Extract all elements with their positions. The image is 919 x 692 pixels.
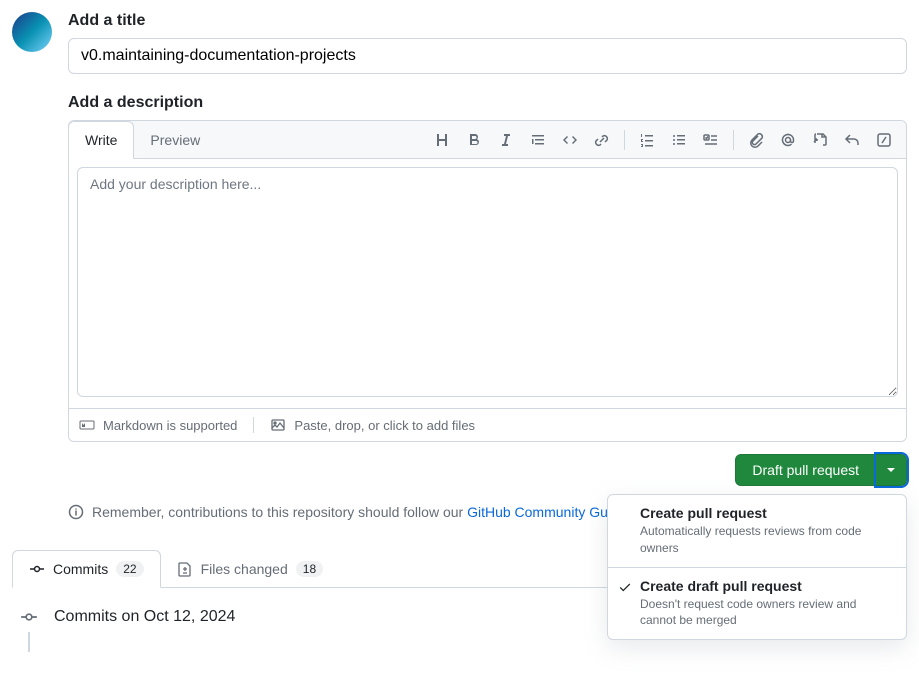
description-label: Add a description (68, 94, 907, 112)
markdown-support-link[interactable]: Markdown is supported (79, 417, 253, 433)
pr-dropdown-caret[interactable] (876, 454, 907, 486)
commit-icon (29, 561, 45, 577)
option-create-pr-sub: Automatically requests reviews from code… (640, 523, 894, 557)
unordered-list-icon[interactable] (665, 126, 693, 154)
code-icon[interactable] (556, 126, 584, 154)
link-icon[interactable] (588, 126, 616, 154)
info-icon (68, 504, 84, 520)
mention-icon[interactable] (774, 126, 802, 154)
paste-files-link[interactable]: Paste, drop, or click to add files (253, 417, 491, 433)
option-create-pr[interactable]: Create pull request Automatically reques… (608, 495, 906, 567)
quote-icon[interactable] (524, 126, 552, 154)
description-textarea[interactable] (77, 167, 898, 397)
slash-icon[interactable] (870, 126, 898, 154)
bold-icon[interactable] (460, 126, 488, 154)
tab-files-changed[interactable]: Files changed 18 (161, 550, 340, 587)
file-diff-icon (177, 561, 193, 577)
ordered-list-icon[interactable] (633, 126, 661, 154)
files-count: 18 (296, 561, 323, 577)
paste-files-text: Paste, drop, or click to add files (294, 418, 475, 433)
guidelines-prefix: Remember, contributions to this reposito… (92, 504, 467, 520)
tab-commits-label: Commits (53, 561, 108, 577)
cross-reference-icon[interactable] (806, 126, 834, 154)
tab-preview[interactable]: Preview (134, 122, 216, 158)
create-pr-split-button: Draft pull request (735, 454, 907, 486)
pr-type-dropdown: Create pull request Automatically reques… (607, 494, 907, 640)
italic-icon[interactable] (492, 126, 520, 154)
title-label: Add a title (68, 12, 907, 30)
timeline-date-heading: Commits on Oct 12, 2024 (54, 608, 235, 626)
reply-icon[interactable] (838, 126, 866, 154)
heading-icon[interactable] (428, 126, 456, 154)
commits-count: 22 (116, 561, 143, 577)
attach-icon[interactable] (742, 126, 770, 154)
option-create-draft-pr-sub: Doesn't request code owners review and c… (640, 596, 894, 630)
task-list-icon[interactable] (697, 126, 725, 154)
option-create-pr-title: Create pull request (640, 505, 894, 521)
check-icon (618, 580, 632, 594)
draft-pr-button[interactable]: Draft pull request (735, 454, 876, 486)
tab-files-label: Files changed (201, 561, 288, 577)
description-box: Write Preview (68, 120, 907, 442)
tab-commits[interactable]: Commits 22 (12, 550, 161, 588)
markdown-toolbar (428, 126, 906, 154)
option-create-draft-pr[interactable]: Create draft pull request Doesn't reques… (608, 567, 906, 640)
option-create-draft-pr-title: Create draft pull request (640, 578, 894, 594)
commit-icon (20, 608, 38, 626)
title-input[interactable] (68, 38, 907, 74)
markdown-support-text: Markdown is supported (103, 418, 237, 433)
editor-tab-bar: Write Preview (69, 121, 906, 159)
avatar[interactable] (12, 12, 52, 52)
tab-write[interactable]: Write (68, 121, 134, 159)
